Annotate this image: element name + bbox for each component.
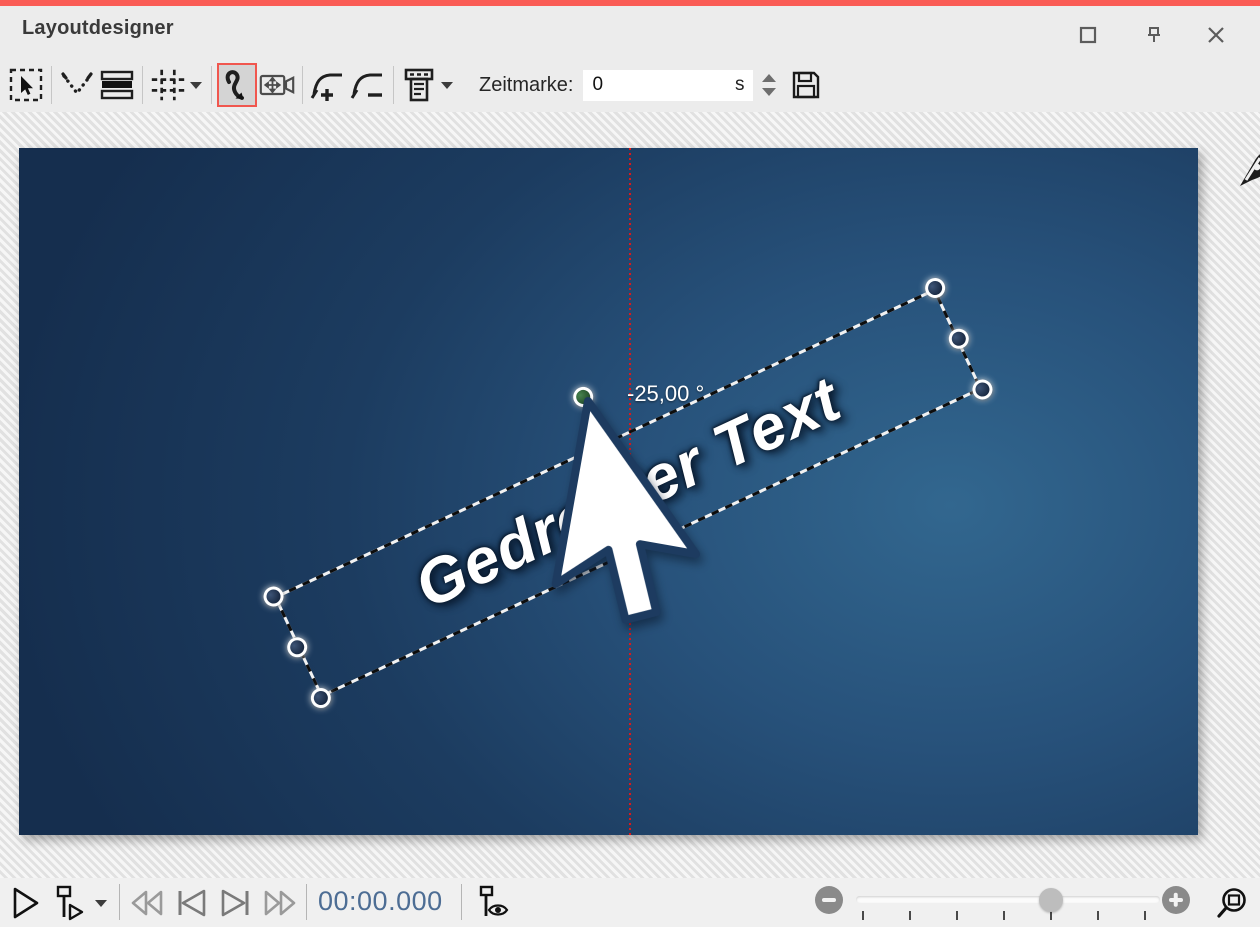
fast-forward-icon	[263, 890, 297, 916]
zoom-tick	[1144, 911, 1146, 920]
plus-icon-v	[1174, 893, 1178, 907]
pen-icon	[1238, 140, 1260, 188]
rewind-button[interactable]	[128, 886, 166, 920]
zoom-in-button[interactable]	[1162, 886, 1190, 914]
spinner-up-button[interactable]	[762, 74, 776, 82]
close-button[interactable]	[1196, 18, 1236, 52]
playback-separator	[119, 884, 120, 920]
pin-icon	[1144, 25, 1164, 45]
skip-to-end-button[interactable]	[217, 886, 255, 920]
grid-icon	[150, 66, 186, 104]
maximize-button[interactable]	[1068, 18, 1108, 52]
playback-separator	[306, 884, 307, 920]
layout-canvas[interactable]: Gedrehter Text -25,00 °	[19, 148, 1198, 835]
minus-icon	[822, 898, 836, 902]
play-icon	[11, 886, 41, 920]
preview-at-timemark-button[interactable]	[472, 884, 512, 922]
rewind-icon	[130, 890, 164, 916]
zoom-slider-thumb[interactable]	[1039, 888, 1063, 912]
zoom-tick	[1003, 911, 1005, 920]
motion-path-icon	[221, 67, 253, 103]
layers-icon	[99, 68, 135, 102]
skip-end-icon	[219, 889, 253, 917]
zoom-tick	[1050, 911, 1052, 920]
grid-dropdown-caret[interactable]	[190, 82, 202, 89]
spinner-down-button[interactable]	[762, 88, 776, 96]
caret-down-icon	[95, 900, 107, 907]
play-from-timemark-button[interactable]	[50, 884, 88, 922]
zeitmarke-spinner	[762, 74, 776, 96]
play-button[interactable]	[8, 884, 44, 922]
object-list-icon	[402, 67, 436, 103]
select-cursor-icon	[9, 68, 43, 102]
toolbar-separator	[211, 66, 212, 104]
zeitmarke-label: Zeitmarke:	[479, 74, 573, 97]
mouse-cursor-graphic	[538, 389, 727, 651]
curve-minus-icon	[350, 68, 386, 102]
zoom-slider-track[interactable]	[856, 896, 1160, 903]
object-list-tool-button[interactable]	[399, 63, 439, 107]
toolbar-separator	[302, 66, 303, 104]
toolbar-separator	[393, 66, 394, 104]
zeitmarke-unit: s	[735, 74, 745, 96]
zoom-fit-button[interactable]	[1212, 884, 1252, 922]
zoom-tick	[1097, 911, 1099, 920]
save-floppy-icon	[790, 69, 822, 101]
arrow-cursor-icon	[538, 389, 727, 651]
playback-bar: 00:00.000	[0, 878, 1260, 927]
camera-pan-icon	[259, 70, 295, 100]
window-title: Layoutdesigner	[22, 17, 174, 40]
timemark-play-icon	[52, 885, 86, 921]
skip-to-start-button[interactable]	[172, 886, 210, 920]
curve-plus-icon	[310, 68, 346, 102]
zoom-tick	[862, 911, 864, 920]
workspace: Gedrehter Text -25,00 °	[0, 112, 1260, 878]
zeitmarke-input[interactable]	[592, 74, 735, 96]
object-list-dropdown-caret[interactable]	[441, 82, 453, 89]
zoom-tick	[909, 911, 911, 920]
fast-forward-button[interactable]	[261, 886, 299, 920]
camera-pan-tool-button[interactable]	[257, 63, 297, 107]
titlebar: Layoutdesigner	[0, 6, 1260, 58]
playback-separator	[461, 884, 462, 920]
dotted-chevron-icon	[60, 69, 94, 101]
add-curve-point-button[interactable]	[308, 63, 348, 107]
close-icon	[1206, 25, 1226, 45]
layers-tool-button[interactable]	[97, 63, 137, 107]
zoom-out-button[interactable]	[815, 886, 843, 914]
toolbar-separator	[51, 66, 52, 104]
motion-path-tool-button[interactable]	[217, 63, 257, 107]
smoothing-tool-button[interactable]	[57, 63, 97, 107]
remove-curve-point-button[interactable]	[348, 63, 388, 107]
save-button[interactable]	[786, 63, 826, 107]
grid-tool-button[interactable]	[148, 63, 188, 107]
layoutdesigner-window: Layoutdesigner	[0, 0, 1260, 927]
zoom-tick	[956, 911, 958, 920]
skip-start-icon	[174, 889, 208, 917]
select-tool-button[interactable]	[6, 63, 46, 107]
timemark-eye-icon	[474, 885, 510, 921]
toolbar-separator	[142, 66, 143, 104]
maximize-icon	[1079, 26, 1097, 44]
play-options-caret[interactable]	[92, 894, 110, 912]
timecode-display: 00:00.000	[318, 886, 443, 917]
zoom-fit-icon	[1215, 886, 1249, 920]
pin-button[interactable]	[1134, 18, 1174, 52]
toolbar: Zeitmarke: s	[0, 58, 1260, 112]
zeitmarke-field: s	[583, 70, 753, 101]
